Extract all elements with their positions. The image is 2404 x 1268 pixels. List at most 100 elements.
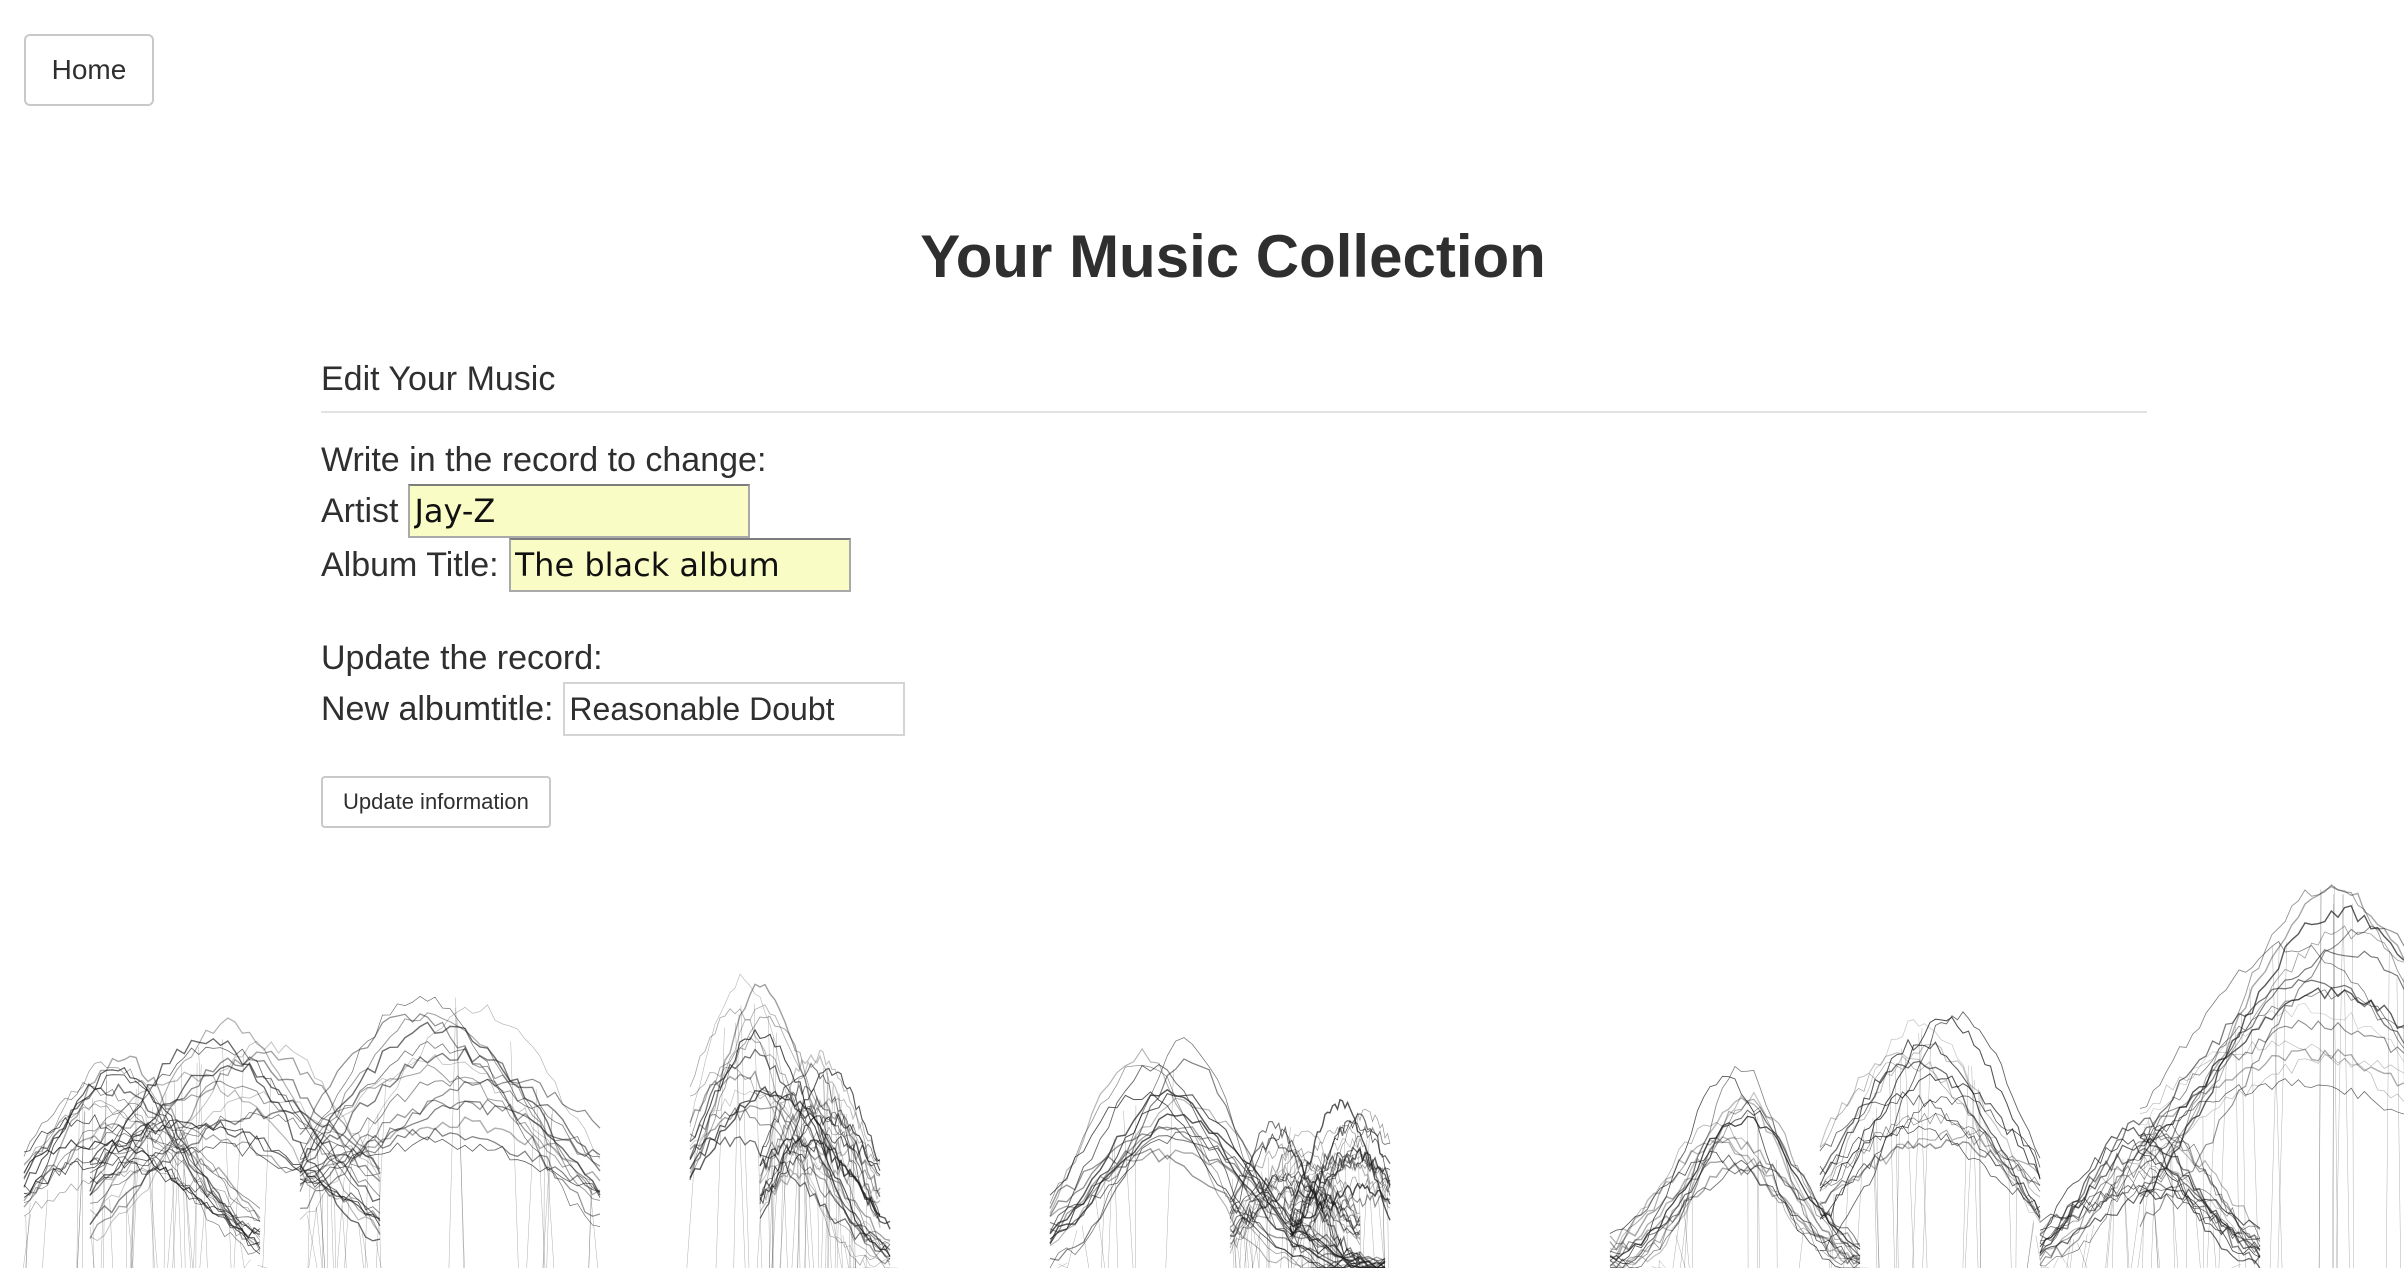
mountain-mesh-line: [77, 1111, 86, 1268]
album-title-row: Album Title:: [321, 538, 905, 592]
mountain-mesh-line: [2186, 1145, 2188, 1268]
mountain-mesh-line: [172, 1148, 175, 1268]
mountain-mesh-line: [2318, 891, 2322, 1268]
mountain-mesh-line: [1798, 1231, 1804, 1268]
mountain-mesh-line: [76, 1108, 80, 1268]
mountain-contour-line: [1609, 1135, 1861, 1265]
mountain-mesh-line: [2026, 1223, 2035, 1268]
mountain-mesh-line: [2396, 978, 2401, 1268]
new-album-title-input[interactable]: [563, 682, 906, 736]
mountain-mesh-line: [2123, 1168, 2130, 1268]
mountain-mesh-line: [2269, 942, 2280, 1268]
page: Home Your Music Collection Edit Your Mus…: [0, 0, 2404, 1268]
mountain-mesh-line: [842, 1235, 849, 1268]
mountain-contour-line: [2139, 978, 2404, 1139]
mountain-mesh-line: [456, 1019, 465, 1268]
mountain-mesh-line: [686, 1145, 696, 1268]
mountain-mesh-line: [358, 1223, 364, 1268]
mountain-contour-line: [2139, 1054, 2404, 1172]
mountain-contour-line: [1609, 1136, 1861, 1261]
mountain-contour-line: [1819, 1124, 2041, 1213]
mountain-mesh-line: [1165, 1069, 1174, 1268]
mountain-mesh-line: [805, 1139, 814, 1268]
update-information-button[interactable]: Update information: [321, 776, 551, 828]
mountain-mesh-line: [1659, 1260, 1666, 1268]
mountain-mesh-line: [2069, 1239, 2074, 1268]
artist-label: Artist: [321, 491, 399, 530]
artist-row: Artist: [321, 484, 905, 538]
page-title: Your Music Collection: [920, 223, 1546, 290]
mountain-contour-line: [2139, 925, 2404, 1192]
mountain-mesh-line: [588, 1188, 593, 1268]
mountain-contour-line: [23, 1152, 261, 1222]
mountain-mesh-line: [1672, 1197, 1683, 1268]
mountain-mesh-line: [1357, 1116, 1362, 1268]
update-record-note: Update the record:: [321, 639, 603, 677]
mountain-contour-line: [1819, 1016, 2041, 1220]
mountain-mesh-line: [1108, 1147, 1114, 1268]
mountain-mesh-line: [2171, 1145, 2175, 1268]
mountain-mesh-line: [863, 1260, 866, 1268]
mountain-mesh-line: [2131, 1203, 2141, 1268]
mountain-mesh-line: [2053, 1257, 2059, 1268]
mountain-mesh-line: [42, 1189, 49, 1268]
mountain-mesh-line: [1918, 1033, 1928, 1268]
mountain-mesh-line: [817, 1199, 820, 1268]
mountain-mesh-line: [756, 1219, 761, 1268]
mountain-contour-line: [2139, 885, 2404, 1198]
new-album-title-label: New albumtitle:: [321, 689, 554, 728]
section-heading: Edit Your Music: [321, 360, 2147, 413]
mountain-mesh-line: [735, 1022, 746, 1268]
mountain-mesh-line: [221, 1039, 232, 1268]
mountain-mesh-line: [198, 1046, 208, 1268]
mountain-mesh-line: [181, 1065, 186, 1268]
mountain-contour-line: [2039, 1138, 2261, 1258]
album-title-label: Album Title:: [321, 545, 499, 584]
mountain-mesh-line: [1922, 1039, 1932, 1268]
mountain-mesh-line: [715, 1027, 725, 1268]
mountain-mesh-line: [344, 1164, 352, 1268]
mountain-mesh-line: [448, 1007, 456, 1268]
mountain-contour-line: [2139, 904, 2404, 1205]
mountain-contour-line: [1819, 1091, 2041, 1211]
mountain-mesh-line: [865, 1177, 867, 1268]
mountain-contour-line: [23, 1138, 261, 1240]
mountain-contour-line: [299, 1053, 601, 1193]
mountain-mesh-line: [1258, 1234, 1261, 1268]
mountain-contour-line: [2139, 989, 2404, 1145]
mountain-wireframe-illustration: [23, 884, 2404, 1268]
mountain-mesh-line: [780, 1131, 784, 1268]
album-title-input[interactable]: [508, 538, 851, 592]
home-button[interactable]: Home: [24, 34, 154, 106]
mountain-mesh-line: [2081, 1233, 2088, 1268]
mountain-mesh-line: [330, 1171, 334, 1268]
artist-input[interactable]: [408, 484, 751, 538]
mountain-mesh-line: [2084, 1225, 2095, 1268]
mountain-mesh-line: [2277, 942, 2288, 1268]
mountain-contour-line: [2039, 1131, 2261, 1261]
mountain-contour-line: [2039, 1126, 2261, 1268]
mountain-mesh-line: [2153, 1203, 2161, 1268]
new-album-title-row: New albumtitle:: [321, 682, 906, 736]
mountain-mesh-line: [2015, 1175, 2017, 1268]
mountain-contour-line: [89, 1050, 381, 1239]
mountain-mesh-line: [2335, 894, 2344, 1268]
mountain-mesh-line: [1058, 1263, 1068, 1268]
mountain-contour-line: [2139, 1040, 2404, 1115]
mountain-contour-line: [2139, 1078, 2404, 1144]
mountain-mesh-line: [262, 1076, 272, 1268]
mountain-mesh-line: [244, 1259, 251, 1268]
edit-music-form: Write in the record to change: Artist Al…: [321, 440, 906, 828]
mountain-lines: [23, 884, 2404, 1268]
mountain-mesh-line: [2272, 946, 2283, 1268]
mountain-contour-line: [1819, 1139, 2041, 1205]
mountain-contour-line: [1819, 1052, 2041, 1222]
mountain-mesh-line: [109, 1199, 113, 1268]
mountain-mesh-line: [2235, 1027, 2240, 1268]
change-record-note: Write in the record to change:: [321, 441, 767, 479]
mountain-mesh-line: [23, 1213, 31, 1268]
mountain-mesh-line: [173, 1079, 182, 1268]
mountain-mesh-line: [2202, 1115, 2204, 1268]
